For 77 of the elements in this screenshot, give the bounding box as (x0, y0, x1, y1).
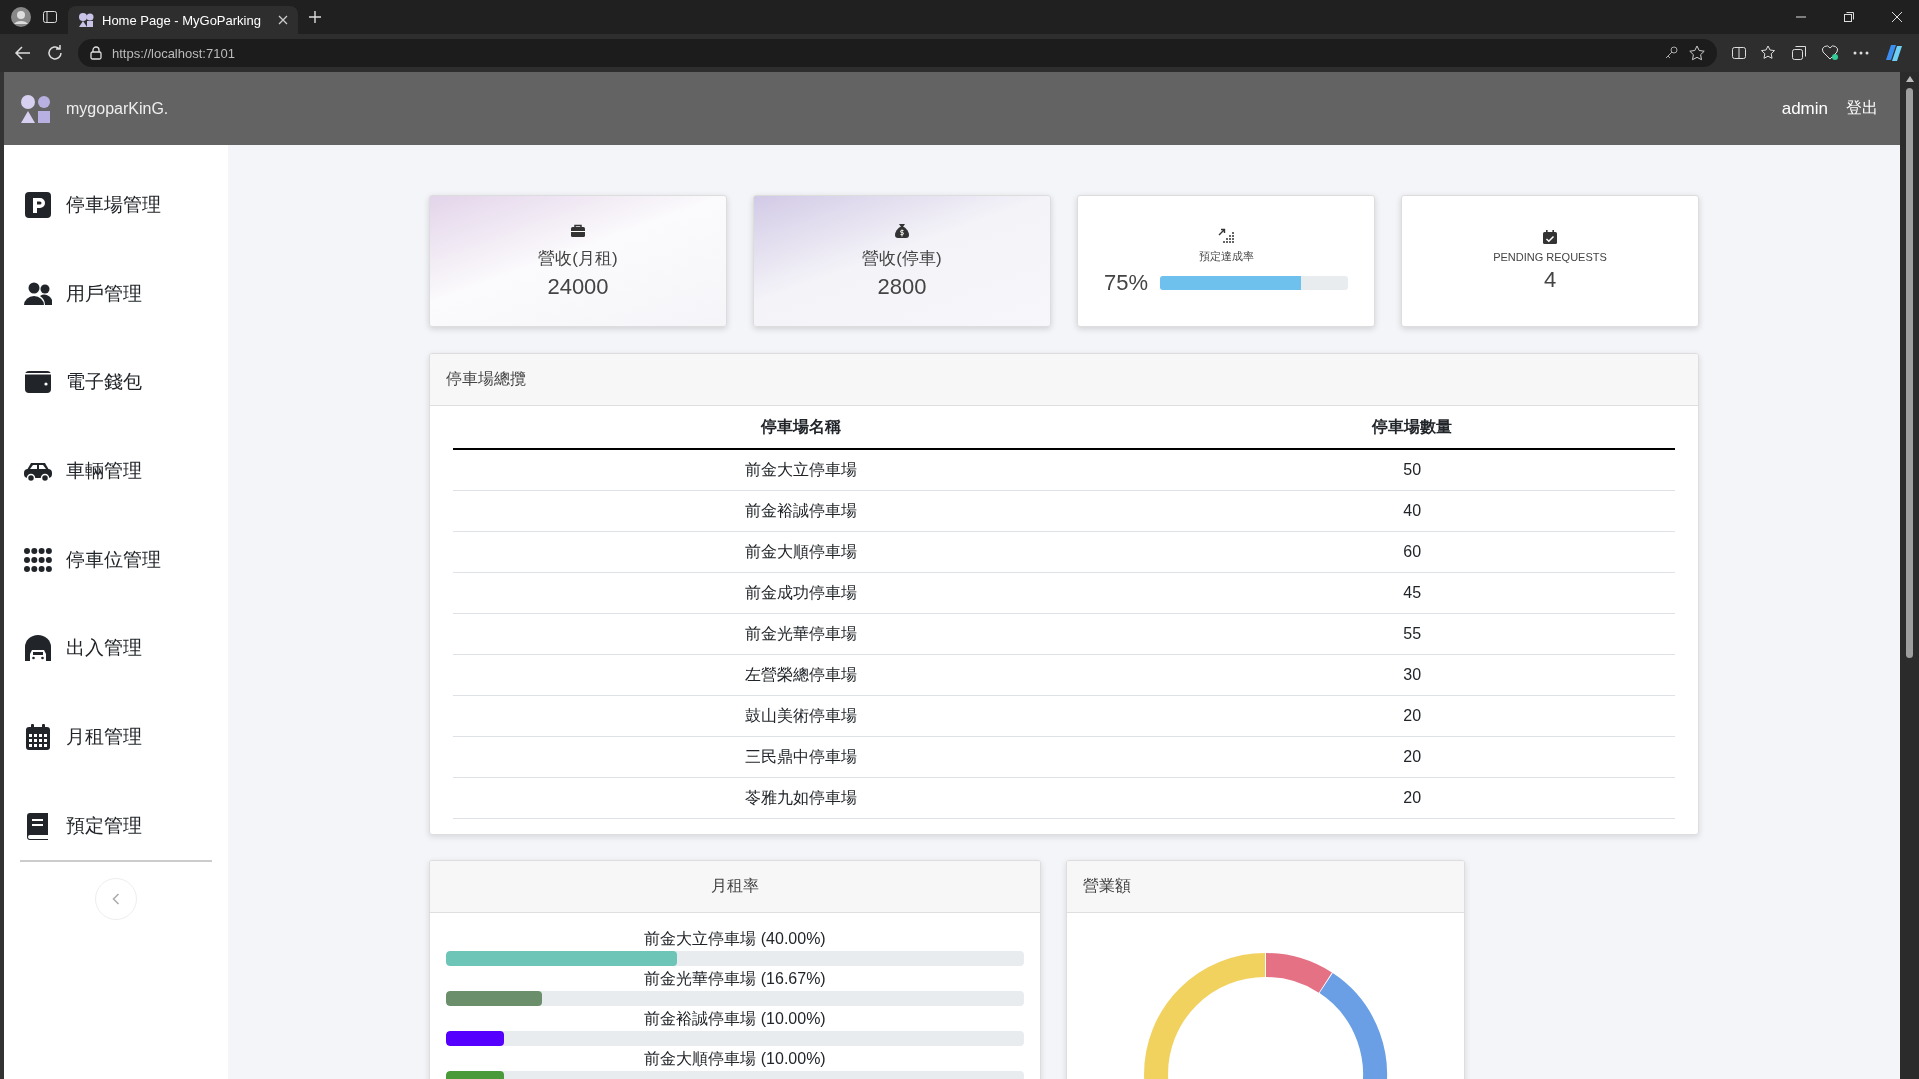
table-cell: 50 (1149, 449, 1675, 491)
sidebar-item[interactable]: 停車場管理 (4, 183, 228, 227)
close-icon[interactable] (1891, 11, 1903, 23)
sidebar-item[interactable]: 用戶管理 (4, 271, 228, 316)
sidebar-item[interactable]: 月租管理 (4, 715, 228, 760)
money-bag-icon (894, 222, 910, 239)
tab-actions-icon[interactable] (42, 9, 58, 25)
table-cell: 前金大立停車場 (453, 449, 1150, 491)
close-icon[interactable] (278, 15, 288, 25)
back-icon[interactable] (14, 44, 32, 62)
column-header: 停車場數量 (1149, 406, 1675, 449)
bar-label: 前金光華停車場 (16.67%) (643, 969, 827, 989)
user-name: admin (1781, 98, 1828, 119)
sidebar-item[interactable]: 出入管理 (4, 626, 228, 671)
table-cell: 60 (1149, 531, 1675, 573)
table-cell: 苓雅九如停車場 (453, 777, 1150, 819)
bar-label: 前金大順停車場 (10.00%) (643, 1049, 827, 1069)
collections-icon[interactable] (1791, 45, 1807, 61)
key-icon (1663, 45, 1679, 61)
card-label: 預定達成率 (1198, 248, 1254, 264)
logo-icon (20, 93, 52, 124)
garage-icon (24, 634, 52, 663)
table-cell: 鼓山美術停車場 (453, 695, 1150, 737)
sidebar-item[interactable]: 車輛管理 (4, 449, 228, 494)
panel-header: 停車場總攬 (430, 354, 1698, 406)
sidebar-item[interactable]: 預定管理 (4, 803, 228, 848)
card-label: 營收(停車) (862, 247, 942, 270)
star-icon[interactable] (1689, 45, 1705, 61)
panel-header: 月租率 (430, 861, 1040, 913)
card-value: 2800 (877, 273, 927, 300)
table-cell: 左營榮總停車場 (453, 654, 1150, 696)
parking-icon (24, 191, 52, 219)
panel-header: 營業額 (1067, 861, 1464, 913)
brand-name[interactable]: mygoparKinG. (66, 99, 169, 118)
scroll-up-icon[interactable] (1905, 76, 1914, 82)
briefcase-icon (570, 222, 586, 239)
favorites-icon[interactable] (1761, 45, 1777, 61)
card-value: 24000 (547, 273, 609, 300)
table-cell: 55 (1149, 613, 1675, 655)
new-tab-icon[interactable] (308, 10, 322, 24)
table-cell: 前金大順停車場 (453, 531, 1150, 573)
heart-icon[interactable] (1821, 45, 1839, 61)
card-value: 75% (1103, 269, 1148, 296)
table-cell: 20 (1149, 695, 1675, 737)
sidebar-item[interactable]: 電子錢包 (4, 360, 228, 405)
refresh-icon[interactable] (46, 44, 64, 62)
table-cell: 20 (1149, 736, 1675, 778)
table-cell: 40 (1149, 490, 1675, 532)
chevron-left-icon (112, 892, 120, 905)
bar-label: 前金大立停車場 (40.00%) (643, 929, 827, 949)
copilot-icon[interactable] (1883, 42, 1905, 64)
calendar-icon (24, 723, 52, 752)
table-cell: 前金光華停車場 (453, 613, 1150, 655)
table-cell: 20 (1149, 777, 1675, 819)
restore-icon[interactable] (1843, 11, 1855, 23)
split-screen-icon[interactable] (1731, 45, 1747, 61)
card-value: 4 (1543, 267, 1557, 293)
browser-tab[interactable]: Home Page - MyGoParking (68, 6, 298, 34)
table-cell: 前金成功停車場 (453, 572, 1150, 614)
calendar-check-icon (1542, 229, 1558, 245)
lock-icon (90, 46, 102, 60)
table-cell: 前金裕誠停車場 (453, 490, 1150, 532)
table-cell: 45 (1149, 572, 1675, 614)
card-label: PENDING REQUESTS (1493, 251, 1607, 263)
bar-label: 前金裕誠停車場 (10.00%) (643, 1009, 827, 1029)
card-label: 營收(月租) (538, 247, 618, 270)
more-icon[interactable] (1853, 51, 1869, 55)
sidebar-item[interactable]: 停車位管理 (4, 537, 228, 582)
table-cell: 三民鼎中停車場 (453, 736, 1150, 778)
dots-grid-icon (24, 545, 52, 574)
logo-icon (78, 12, 94, 28)
logout-link[interactable]: 登出 (1846, 98, 1878, 119)
column-header: 停車場名稱 (453, 406, 1150, 449)
chart-dots-icon (1218, 226, 1234, 243)
address-bar[interactable]: https://localhost:7101 (78, 39, 1717, 67)
profile-icon[interactable] (10, 6, 32, 28)
table-cell: 30 (1149, 654, 1675, 696)
